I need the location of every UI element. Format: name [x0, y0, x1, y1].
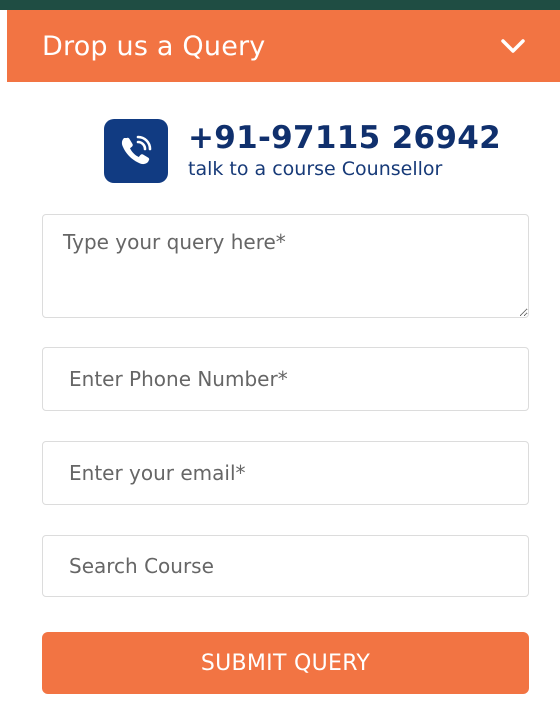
top-strip — [0, 0, 560, 10]
query-widget: Drop us a Query +91-97115 26942 talk to … — [0, 0, 560, 713]
contact-text: +91-97115 26942 talk to a course Counsel… — [188, 121, 501, 181]
query-header[interactable]: Drop us a Query — [7, 10, 560, 82]
phone-call-icon — [104, 119, 168, 183]
phone-number[interactable]: +91-97115 26942 — [188, 121, 501, 155]
email-input[interactable] — [42, 441, 529, 505]
chevron-down-icon[interactable] — [496, 29, 530, 63]
contact-caption: talk to a course Counsellor — [188, 158, 443, 180]
submit-query-button[interactable]: SUBMIT QUERY — [42, 632, 529, 694]
phone-input[interactable] — [42, 347, 529, 411]
header-title: Drop us a Query — [42, 30, 266, 62]
contact-block: +91-97115 26942 talk to a course Counsel… — [104, 119, 501, 183]
query-textarea[interactable] — [42, 214, 529, 318]
course-search-input[interactable] — [42, 535, 529, 597]
